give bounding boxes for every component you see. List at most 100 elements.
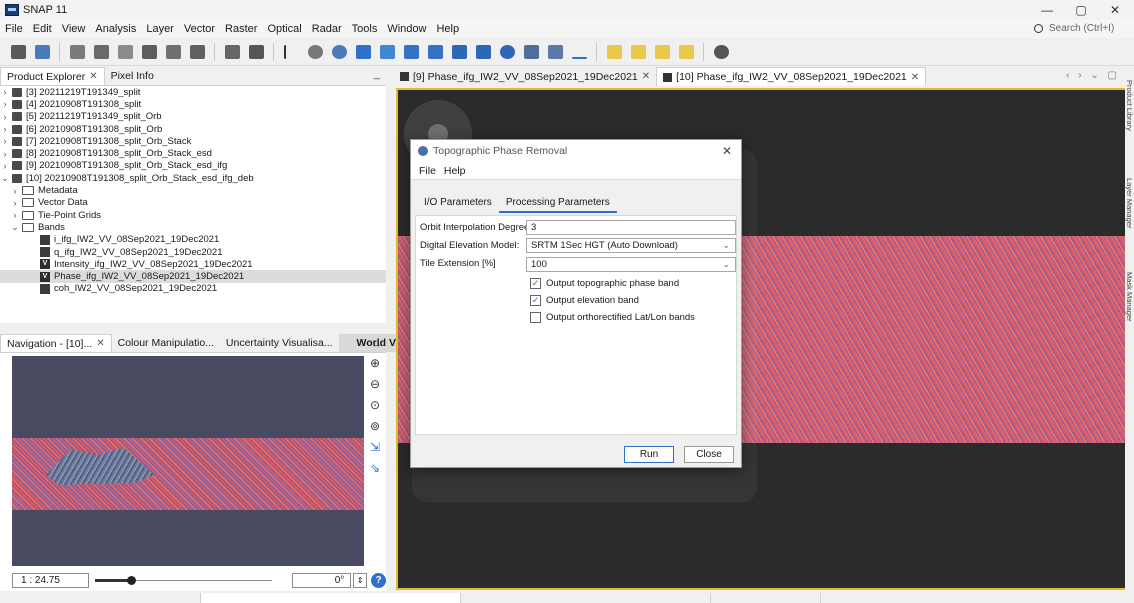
collapse-icon[interactable]: ⌄ bbox=[0, 173, 10, 184]
band-maths-icon[interactable] bbox=[67, 42, 87, 62]
navigation-overview[interactable] bbox=[12, 356, 364, 566]
polygon-draw-icon[interactable] bbox=[473, 42, 493, 62]
output-topo-phase-checkbox[interactable]: ✓ Output topographic phase band bbox=[530, 278, 679, 289]
dialog-menu-help[interactable]: Help bbox=[440, 165, 470, 177]
tab-product-explorer[interactable]: Product Explorer ✕ bbox=[0, 67, 105, 85]
menu-tools[interactable]: Tools bbox=[347, 23, 383, 35]
menu-window[interactable]: Window bbox=[382, 23, 431, 35]
tile-single-icon[interactable] bbox=[676, 42, 696, 62]
graph-builder-icon[interactable] bbox=[91, 42, 111, 62]
tab-io-parameters[interactable]: I/O Parameters bbox=[417, 195, 499, 213]
ellipse-draw-icon[interactable] bbox=[497, 42, 517, 62]
tree-item-product-8[interactable]: › [8] 20210908T191308_split_Orb_Stack_esd bbox=[0, 147, 386, 159]
magic-wand-icon[interactable] bbox=[521, 42, 541, 62]
dialog-menu-file[interactable]: File bbox=[415, 165, 440, 177]
expand-icon[interactable]: › bbox=[0, 112, 10, 122]
menu-help[interactable]: Help bbox=[431, 23, 464, 35]
tree-item-tie-point-grids[interactable]: › Tie-Point Grids bbox=[0, 209, 386, 221]
menu-view[interactable]: View bbox=[57, 23, 91, 35]
sync-cursor-icon[interactable]: ⇘ bbox=[370, 461, 380, 475]
close-window-button[interactable]: ✕ bbox=[1098, 0, 1132, 20]
pin-icon[interactable] bbox=[187, 42, 207, 62]
save-icon[interactable] bbox=[32, 42, 52, 62]
line-profile-icon[interactable] bbox=[569, 42, 589, 62]
menu-file[interactable]: File bbox=[0, 23, 28, 35]
expand-icon[interactable]: › bbox=[0, 99, 10, 109]
menu-optical[interactable]: Optical bbox=[262, 23, 306, 35]
angle-spinner[interactable]: ⇕ bbox=[353, 572, 368, 588]
expand-icon[interactable]: › bbox=[0, 124, 10, 134]
gcp-manager-icon[interactable] bbox=[163, 42, 183, 62]
mask-manager-tab[interactable]: Mask Manager bbox=[1125, 272, 1134, 322]
slider-knob[interactable] bbox=[126, 575, 136, 585]
band-item-i-ifg[interactable]: i_ifg_IW2_VV_08Sep2021_19Dec2021 bbox=[0, 234, 386, 246]
tree-item-product-7[interactable]: › [7] 20210908T191308_split_Orb_Stack bbox=[0, 135, 386, 147]
spectrum-icon[interactable] bbox=[545, 42, 565, 62]
tile-evenly-icon[interactable] bbox=[604, 42, 624, 62]
tile-vertical-icon[interactable] bbox=[652, 42, 672, 62]
menu-edit[interactable]: Edit bbox=[28, 23, 57, 35]
zoom-icon[interactable] bbox=[329, 42, 349, 62]
help-icon[interactable]: ? bbox=[371, 572, 386, 588]
tab-colour-manipulation[interactable]: Colour Manipulatio... bbox=[112, 334, 220, 352]
gcp-placing-icon[interactable] bbox=[377, 42, 397, 62]
tab-image-10[interactable]: [10] Phase_ifg_IW2_VV_08Sep2021_19Dec202… bbox=[656, 67, 927, 86]
collapse-icon[interactable]: ⌄ bbox=[10, 222, 20, 233]
band-item-coh[interactable]: coh_IW2_VV_08Sep2021_19Dec2021 bbox=[0, 283, 386, 295]
batch-processing-icon[interactable] bbox=[115, 42, 135, 62]
tree-item-bands[interactable]: ⌄ Bands bbox=[0, 221, 386, 233]
minimize-panel-button[interactable]: _ bbox=[374, 335, 380, 347]
tree-item-metadata[interactable]: › Metadata bbox=[0, 184, 386, 196]
tab-pixel-info[interactable]: Pixel Info bbox=[105, 67, 160, 85]
zoom-in-icon[interactable]: ⊕ bbox=[370, 356, 380, 370]
tree-item-product-4[interactable]: › [4] 20210908T191308_split bbox=[0, 98, 386, 110]
dem-select[interactable]: SRTM 1Sec HGT (Auto Download) ⌄ bbox=[526, 238, 736, 253]
zoom-out-icon[interactable]: ⊖ bbox=[370, 377, 380, 391]
menu-analysis[interactable]: Analysis bbox=[90, 23, 141, 35]
minimize-panel-button[interactable]: _ bbox=[374, 68, 380, 80]
menu-vector[interactable]: Vector bbox=[179, 23, 220, 35]
tree-item-product-6[interactable]: › [6] 20210908T191308_split_Orb bbox=[0, 123, 386, 135]
expand-icon[interactable]: › bbox=[10, 210, 20, 220]
tree-item-product-10[interactable]: ⌄ [10] 20210908T191308_split_Orb_Stack_es… bbox=[0, 172, 386, 184]
menu-layer[interactable]: Layer bbox=[141, 23, 179, 35]
band-item-intensity[interactable]: V Intensity_ifg_IW2_VV_08Sep2021_19Dec202… bbox=[0, 258, 386, 270]
pin-placing-icon[interactable] bbox=[353, 42, 373, 62]
close-icon[interactable]: ✕ bbox=[89, 71, 97, 82]
zoom-all-icon[interactable]: ⊚ bbox=[370, 419, 380, 433]
tile-horizontal-icon[interactable] bbox=[628, 42, 648, 62]
zoom-pixel-icon[interactable]: ⊙ bbox=[370, 398, 380, 412]
tab-controls[interactable]: ‹ › ⌄ ▢ bbox=[1066, 70, 1120, 81]
expand-icon[interactable]: › bbox=[10, 186, 20, 196]
expand-icon[interactable]: › bbox=[0, 136, 10, 146]
run-button[interactable]: Run bbox=[624, 446, 674, 463]
line-draw-icon[interactable] bbox=[401, 42, 421, 62]
rectangle-draw-icon[interactable] bbox=[449, 42, 469, 62]
menu-radar[interactable]: Radar bbox=[307, 23, 347, 35]
grid-icon[interactable] bbox=[246, 42, 266, 62]
open-product-icon[interactable] bbox=[8, 42, 28, 62]
polyline-draw-icon[interactable] bbox=[425, 42, 445, 62]
close-icon[interactable]: ✕ bbox=[911, 72, 919, 83]
band-item-phase[interactable]: V Phase_ifg_IW2_VV_08Sep2021_19Dec2021 bbox=[0, 270, 386, 283]
layer-manager-tab[interactable]: Layer Manager bbox=[1125, 178, 1134, 228]
product-library-tab[interactable]: Product Library bbox=[1125, 80, 1134, 131]
band-item-q-ifg[interactable]: q_ifg_IW2_VV_08Sep2021_19Dec2021 bbox=[0, 246, 386, 258]
scale-field[interactable]: 1 : 24.75 bbox=[12, 572, 90, 588]
tile-extension-select[interactable]: 100 ⌄ bbox=[526, 257, 736, 272]
close-button[interactable]: Close bbox=[684, 446, 734, 463]
expand-icon[interactable]: › bbox=[0, 161, 10, 171]
sync-views-icon[interactable]: ⇲ bbox=[370, 440, 380, 454]
range-finder-icon[interactable] bbox=[222, 42, 242, 62]
tab-processing-parameters[interactable]: Processing Parameters bbox=[498, 195, 617, 213]
tree-item-product-5[interactable]: › [5] 20211219T191349_split_Orb bbox=[0, 111, 386, 123]
maximize-button[interactable]: ▢ bbox=[1064, 0, 1098, 20]
dialog-close-icon[interactable]: ✕ bbox=[722, 144, 732, 158]
close-icon[interactable]: ✕ bbox=[96, 338, 104, 349]
output-latlon-checkbox[interactable]: Output orthorectified Lat/Lon bands bbox=[530, 312, 695, 323]
tree-item-vector-data[interactable]: › Vector Data bbox=[0, 197, 386, 209]
tree-item-product-9[interactable]: › [9] 20210908T191308_split_Orb_Stack_esd… bbox=[0, 160, 386, 172]
minimize-button[interactable]: — bbox=[1030, 0, 1064, 20]
menu-raster[interactable]: Raster bbox=[220, 23, 262, 35]
expand-icon[interactable]: › bbox=[0, 87, 10, 97]
